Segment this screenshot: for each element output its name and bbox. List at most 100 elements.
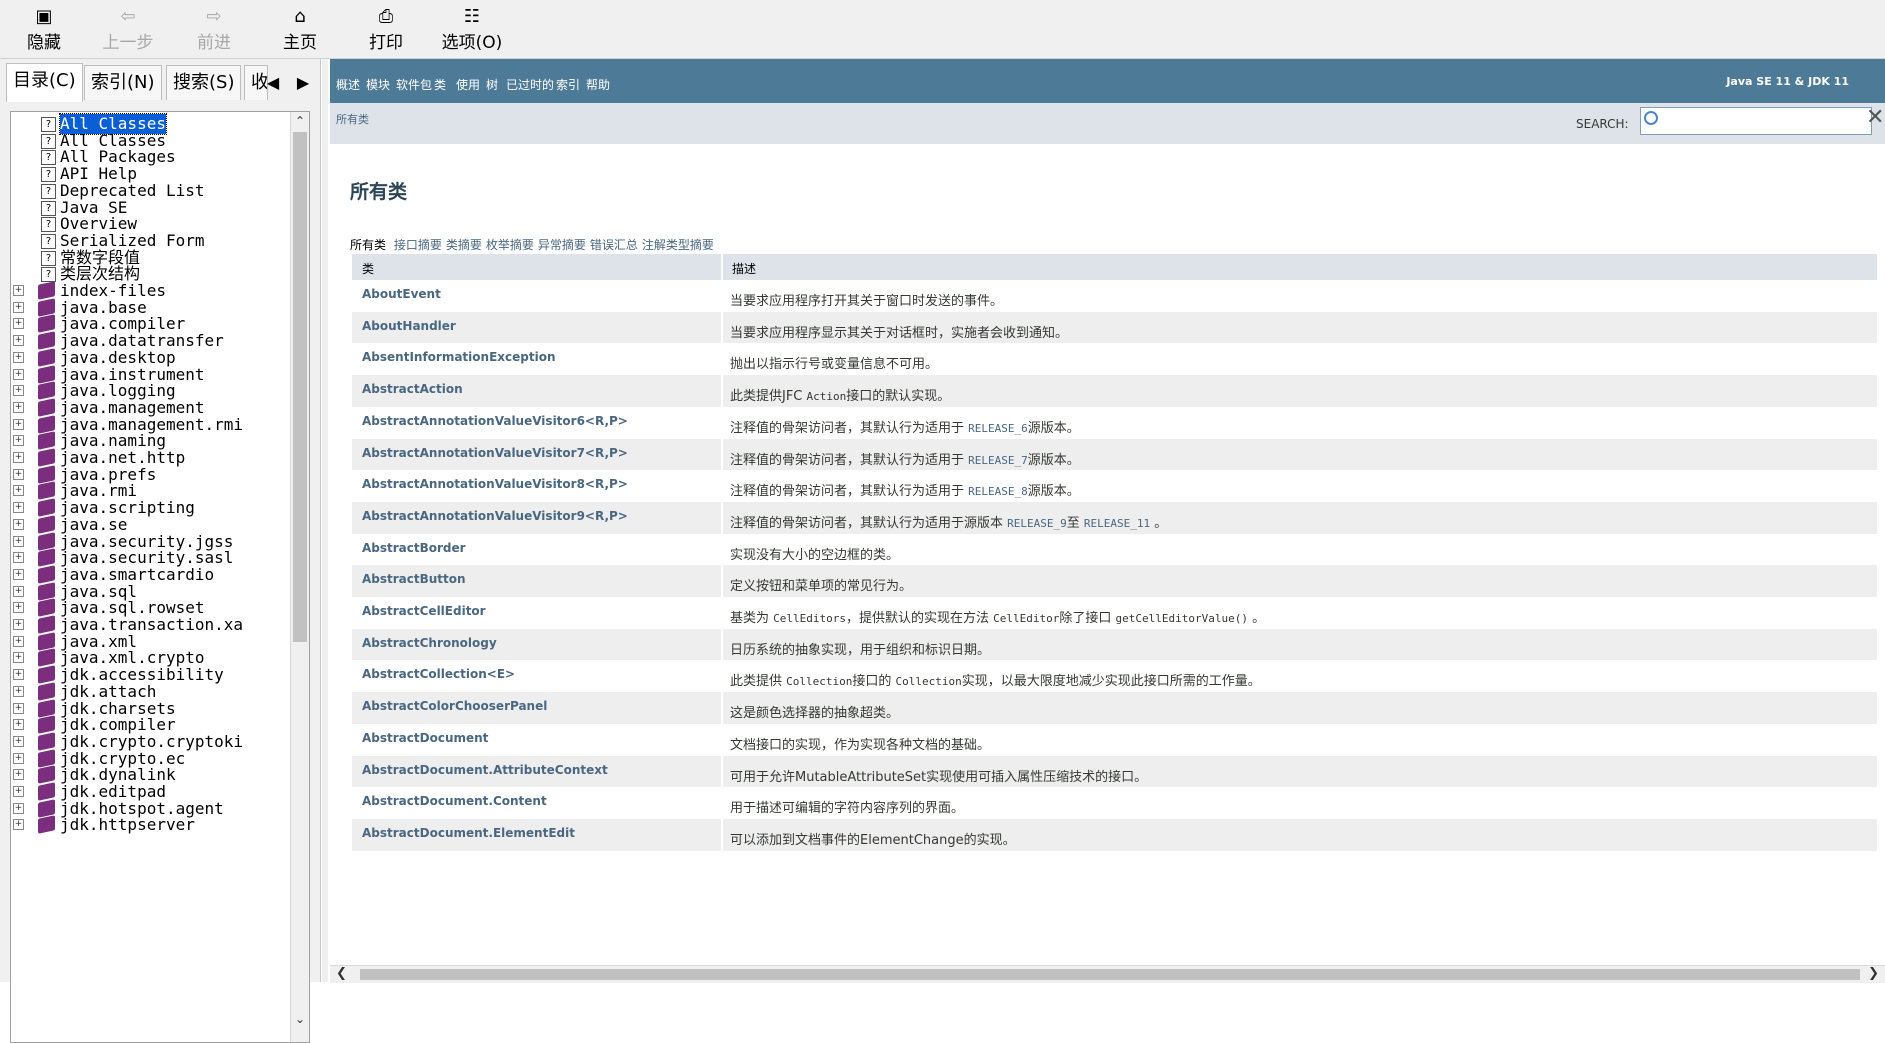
expand-icon[interactable]: + bbox=[13, 702, 24, 714]
summary-tab-link[interactable]: 接口摘要 bbox=[394, 238, 442, 252]
tab-all-classes[interactable]: 所有类 bbox=[350, 238, 386, 252]
expand-icon[interactable]: + bbox=[13, 585, 24, 597]
expand-icon[interactable]: + bbox=[13, 468, 24, 480]
expand-icon[interactable]: + bbox=[13, 635, 24, 647]
expand-icon[interactable]: + bbox=[13, 368, 24, 380]
expand-icon[interactable]: + bbox=[13, 802, 24, 814]
tree-item-book[interactable]: + jdk.httpserver bbox=[11, 815, 289, 835]
expand-icon[interactable]: + bbox=[13, 351, 24, 363]
content-horizontal-scrollbar[interactable]: ❮ ❯ bbox=[330, 965, 1885, 983]
description-link[interactable]: RELEASE_6 bbox=[968, 422, 1028, 435]
expand-icon[interactable]: + bbox=[13, 301, 24, 313]
nav-item[interactable]: 已过时的 bbox=[506, 76, 554, 93]
expand-icon[interactable]: + bbox=[13, 518, 24, 530]
class-link[interactable]: AbstractAnnotationValueVisitor6<R,P> bbox=[362, 414, 628, 428]
expand-icon[interactable]: + bbox=[13, 568, 24, 580]
options-button[interactable]: ☷ 选项(O) bbox=[432, 6, 512, 54]
class-link[interactable]: AbstractChronology bbox=[362, 636, 497, 650]
expand-icon[interactable]: + bbox=[13, 669, 24, 681]
nav-item[interactable]: 使用 bbox=[456, 76, 480, 93]
summary-tab-link[interactable]: 类摘要 bbox=[446, 238, 482, 252]
column-divider bbox=[721, 375, 723, 408]
description-link[interactable]: RELEASE_11 bbox=[1084, 517, 1150, 530]
expand-icon[interactable]: + bbox=[13, 719, 24, 731]
print-button[interactable]: ⎙ 打印 bbox=[346, 6, 426, 54]
horizontal-scroll-thumb[interactable] bbox=[360, 969, 1860, 980]
class-link[interactable]: AbstractAction bbox=[362, 382, 463, 396]
expand-icon[interactable]: + bbox=[13, 335, 24, 347]
expand-icon[interactable]: + bbox=[13, 552, 24, 564]
class-link[interactable]: AbstractDocument.ElementEdit bbox=[362, 826, 575, 840]
class-link[interactable]: AbstractButton bbox=[362, 572, 466, 586]
pane-splitter[interactable] bbox=[322, 59, 328, 982]
expand-icon[interactable]: + bbox=[13, 435, 24, 447]
class-link[interactable]: AbstractAnnotationValueVisitor9<R,P> bbox=[362, 509, 628, 523]
expand-icon[interactable]: + bbox=[13, 752, 24, 764]
hide-button[interactable]: ▣ 隐藏 bbox=[4, 6, 84, 54]
expand-icon[interactable]: + bbox=[13, 401, 24, 413]
all-classes-link[interactable]: 所有类 bbox=[336, 111, 369, 127]
tab-scroll-left-icon[interactable]: ◀ bbox=[262, 69, 284, 97]
back-button[interactable]: ⇦ 上一步 bbox=[88, 6, 168, 54]
class-link[interactable]: AbstractBorder bbox=[362, 541, 466, 555]
tree-vertical-scrollbar[interactable]: ⌃ ⌄ bbox=[290, 112, 309, 1042]
expand-icon[interactable]: + bbox=[13, 318, 24, 330]
expand-icon[interactable]: + bbox=[13, 735, 24, 747]
expand-icon[interactable]: + bbox=[13, 769, 24, 781]
scroll-right-icon[interactable]: ❯ bbox=[1868, 966, 1879, 981]
scroll-down-icon[interactable]: ⌄ bbox=[291, 1010, 309, 1028]
description-text: 实现，以最大限度地减少实现此接口所需的工作量。 bbox=[961, 674, 1261, 690]
class-link[interactable]: AbstractColorChooserPanel bbox=[362, 699, 547, 713]
expand-icon[interactable]: + bbox=[13, 502, 24, 514]
forward-button[interactable]: ⇨ 前进 bbox=[174, 6, 254, 54]
class-link[interactable]: AbstractCellEditor bbox=[362, 604, 486, 618]
tab-index[interactable]: 索引(N) bbox=[84, 65, 162, 100]
column-divider bbox=[721, 343, 723, 376]
class-link[interactable]: AbstractCollection<E> bbox=[362, 667, 515, 681]
nav-item[interactable]: 概述 bbox=[336, 76, 360, 93]
nav-item[interactable]: 索引 bbox=[556, 76, 580, 93]
expand-icon[interactable]: + bbox=[13, 619, 24, 630]
expand-icon[interactable]: + bbox=[13, 285, 24, 296]
summary-tab-link[interactable]: 注解类型摘要 bbox=[642, 238, 714, 252]
class-link[interactable]: AbstractDocument.AttributeContext bbox=[362, 763, 608, 777]
class-link[interactable]: AbsentInformationException bbox=[362, 350, 555, 364]
class-link[interactable]: AbstractAnnotationValueVisitor7<R,P> bbox=[362, 446, 628, 460]
expand-icon[interactable]: + bbox=[13, 385, 24, 397]
nav-item[interactable]: 软件包 bbox=[396, 76, 432, 93]
expand-icon[interactable]: + bbox=[13, 418, 24, 430]
tab-search[interactable]: 搜索(S) bbox=[166, 65, 242, 100]
summary-tab-link[interactable]: 枚举摘要 bbox=[486, 238, 534, 252]
nav-item[interactable]: 类 bbox=[434, 76, 446, 93]
expand-icon[interactable]: + bbox=[13, 685, 24, 697]
class-link[interactable]: AboutHandler bbox=[362, 319, 456, 333]
contents-tree[interactable]: ⌃ ⌄ ? All Classes? All Classes? All Package… bbox=[10, 111, 310, 1043]
expand-icon[interactable]: + bbox=[13, 535, 24, 547]
expand-icon[interactable]: + bbox=[13, 485, 24, 497]
class-link[interactable]: AbstractAnnotationValueVisitor8<R,P> bbox=[362, 477, 628, 491]
expand-icon[interactable]: + bbox=[13, 652, 24, 664]
description-link[interactable]: RELEASE_9 bbox=[1007, 517, 1067, 530]
description-link[interactable]: RELEASE_8 bbox=[968, 485, 1028, 498]
reset-search-icon[interactable]: ✕ bbox=[1866, 105, 1884, 130]
nav-item[interactable]: 帮助 bbox=[586, 76, 610, 93]
tab-scroll-right-icon[interactable]: ▶ bbox=[292, 69, 314, 97]
expand-icon[interactable]: + bbox=[13, 819, 24, 831]
class-link[interactable]: AbstractDocument bbox=[362, 731, 488, 745]
expand-icon[interactable]: + bbox=[13, 786, 24, 797]
description-link[interactable]: RELEASE_7 bbox=[968, 454, 1028, 467]
class-link[interactable]: AboutEvent bbox=[362, 287, 441, 301]
home-button[interactable]: ⌂ 主页 bbox=[260, 6, 340, 54]
expand-icon[interactable]: + bbox=[13, 452, 24, 463]
tab-contents[interactable]: 目录(C) bbox=[6, 63, 83, 102]
scroll-up-icon[interactable]: ⌃ bbox=[291, 112, 309, 130]
scroll-thumb[interactable] bbox=[293, 132, 307, 642]
summary-tab-link[interactable]: 错误汇总 bbox=[590, 238, 638, 252]
nav-item[interactable]: 树 bbox=[486, 76, 498, 93]
class-link[interactable]: AbstractDocument.Content bbox=[362, 794, 547, 808]
nav-item[interactable]: 模块 bbox=[366, 76, 390, 93]
expand-icon[interactable]: + bbox=[13, 602, 24, 614]
scroll-left-icon[interactable]: ❮ bbox=[336, 966, 347, 981]
summary-tab-link[interactable]: 异常摘要 bbox=[538, 238, 586, 252]
search-input[interactable] bbox=[1640, 107, 1872, 135]
